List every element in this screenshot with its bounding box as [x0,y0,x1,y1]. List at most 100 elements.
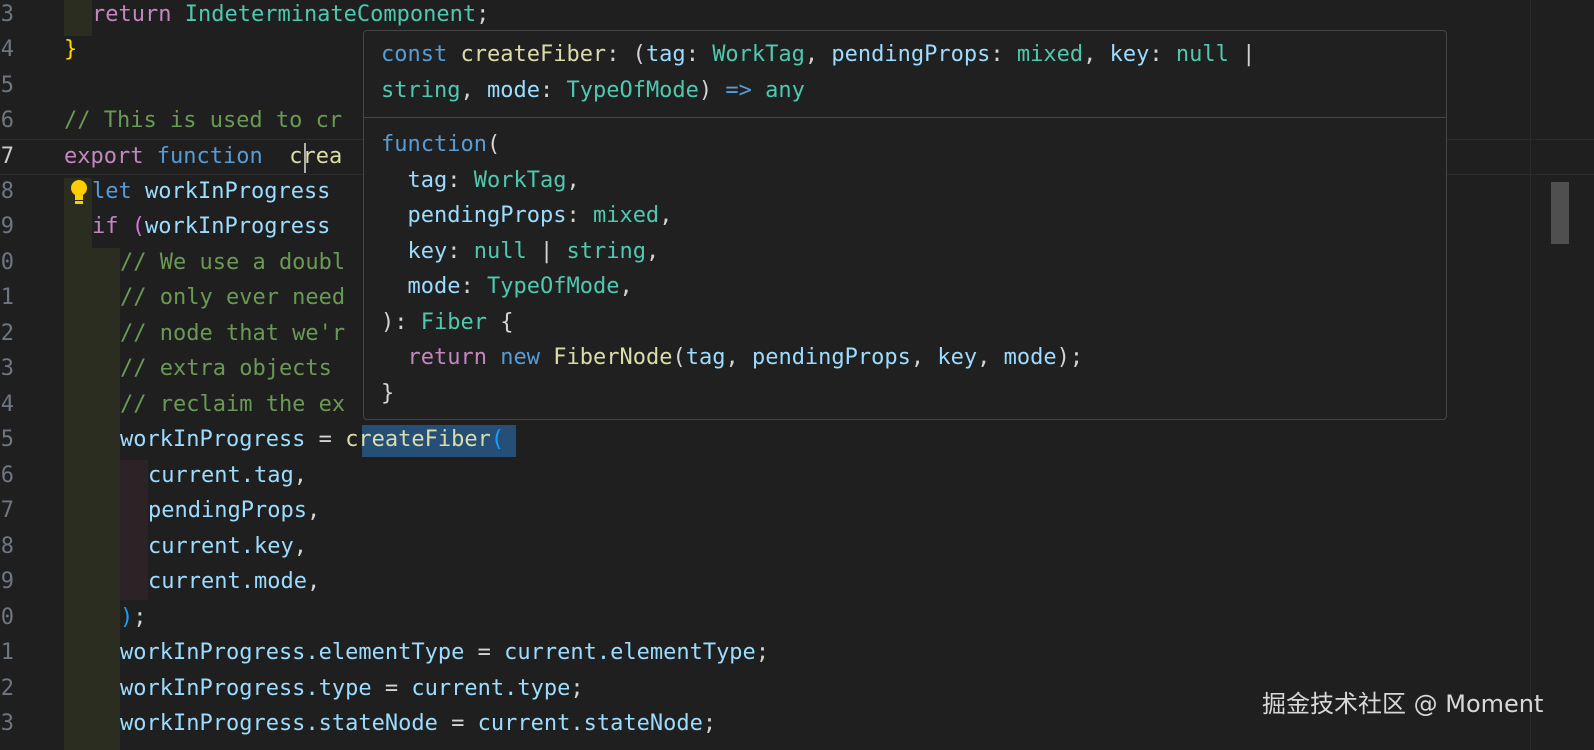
punctuation: | [526,238,567,264]
punctuation: , [566,167,580,193]
code-line[interactable]: 7 pendingProps, [0,493,1594,529]
line-number: 1 [0,285,14,310]
variable: current [477,711,571,736]
parameter: key [407,238,448,264]
code-editor[interactable]: 3 return IndeterminateComponent; 4 } 5 6… [0,0,1594,750]
line-number: 4 [0,392,14,417]
variable: workInProgress [120,711,306,736]
punctuation: : [447,167,474,193]
punctuation: : [460,274,487,299]
parameter: pendingProps [831,42,991,67]
code-line[interactable]: 1 workInProgress.elementType = current.e… [0,635,1594,671]
function-call[interactable]: createFiber [345,427,491,452]
code-line[interactable]: 6 current.tag, [0,458,1594,494]
punctuation: : [990,42,1017,67]
punctuation: ): [381,309,421,335]
punctuation: ; [133,605,147,630]
punctuation: , [910,345,938,370]
punctuation: , [293,463,307,488]
parameter: key [1109,42,1150,67]
punctuation: { [486,309,514,335]
punctuation: , [659,203,673,228]
punctuation: } [381,380,395,406]
type: string [381,78,461,103]
paren: ( [131,214,145,239]
punctuation: : [685,42,713,67]
parameter: mode [407,274,461,299]
line-number: 5 [0,73,14,98]
property: .stateNode [570,711,703,736]
comment: // node that we'r [120,321,346,346]
line-number: 3 [0,711,14,736]
operator: = [305,427,346,452]
type: null [473,238,527,264]
lightbulb-icon[interactable] [68,178,90,208]
keyword: function [381,132,487,157]
type: TypeOfMode [566,78,699,103]
punctuation: : [447,238,474,264]
punctuation: , [1083,42,1110,67]
operator: = [437,711,478,736]
punctuation: , [460,78,487,103]
line-number: 6 [0,108,14,133]
hover-separator [364,117,1446,118]
line-number: 3 [0,356,14,381]
type: Fiber [420,309,487,335]
argument: tag [685,345,726,370]
code-line[interactable]: 3 return IndeterminateComponent; [0,0,1594,33]
comment: // We use a doubl [120,250,346,275]
hover-signature: const createFiber: (tag: WorkTag, pendin… [381,37,1431,109]
variable: workInProgress [145,179,331,204]
type: mixed [1016,42,1084,67]
line-number: 6 [0,463,14,488]
code-line[interactable]: 9 current.mode, [0,564,1594,600]
parameter: pendingProps [407,203,567,228]
operator: = [371,676,412,701]
hover-body: function( tag: WorkTag, pendingProps: mi… [381,127,1083,411]
line-number-active: 7 [0,144,14,169]
keyword: return [92,2,172,27]
keyword: return [407,345,487,370]
code-line[interactable]: 5 workInProgress = createFiber( [0,422,1594,458]
variable: pendingProps [148,498,307,523]
identifier: IndeterminateComponent [184,2,477,27]
variable: current [148,463,241,488]
line-number: 2 [0,321,14,346]
paren: ( [490,427,505,452]
comment: // This is used to cr [64,108,343,133]
type: WorkTag [712,42,805,67]
watermark: 掘金技术社区 @ Moment [1262,690,1544,718]
operator: = [464,640,505,665]
keyword: const [381,42,448,67]
punctuation: ) [698,78,713,103]
punctuation: ); [1056,345,1084,370]
punctuation: | [1228,42,1256,67]
keyword: export [64,144,144,169]
line-number: 2 [0,676,14,701]
punctuation: ; [570,676,584,701]
property: .elementType [596,640,756,665]
code-line[interactable]: 8 current.key, [0,529,1594,565]
property: .mode [240,569,307,594]
scrollbar-thumb[interactable] [1551,182,1569,244]
paren: ) [120,605,134,630]
parameter: tag [645,42,686,67]
punctuation: , [306,569,321,594]
punctuation: : [1149,42,1176,67]
type: WorkTag [473,167,567,193]
hover-tooltip: const createFiber: (tag: WorkTag, pendin… [363,30,1447,420]
variable: workInProgress [120,676,306,701]
line-number: 0 [0,605,14,630]
function-name: crea [289,144,343,169]
line-number: 4 [0,37,14,62]
function-name: createFiber [460,42,607,67]
line-number: 7 [0,498,14,523]
punctuation: ; [702,711,717,736]
punctuation: , [977,345,1004,370]
argument: pendingProps [751,345,911,370]
punctuation: , [804,42,832,67]
property: .type [504,676,571,701]
punctuation: ( [672,345,686,370]
code-line[interactable]: 0 ); [0,600,1594,636]
line-number: 3 [0,2,14,27]
